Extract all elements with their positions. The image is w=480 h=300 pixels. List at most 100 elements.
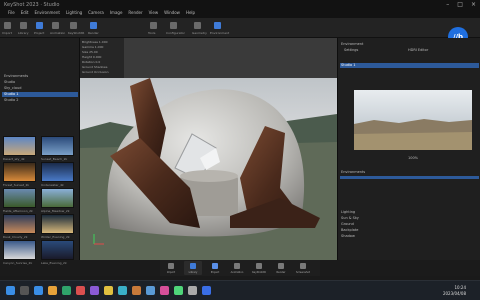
os-taskbar: 10:24 2023/04/08 [0, 280, 480, 300]
toolbar-label-render: Render [88, 31, 99, 35]
window-controls: – □ × [446, 1, 476, 8]
start-menu-icon[interactable] [6, 286, 15, 295]
taskbar-app-icon[interactable] [34, 286, 43, 295]
taskbar-app-icon[interactable] [188, 286, 197, 295]
thumbnail-label: Underwater_4k [41, 183, 64, 187]
title-bar: KeyShot 2023 · Studio File Edit Environm… [0, 0, 480, 18]
taskbar-app-icon[interactable] [62, 286, 71, 295]
setting-ground[interactable]: Ground [341, 222, 354, 226]
prop-ground-occlusion[interactable]: Ground Occlusion [82, 70, 109, 74]
keyshotxr-button[interactable]: KeyShotXR [250, 261, 268, 275]
tree-item-sky-cloud[interactable]: Sky_cloud [2, 86, 78, 91]
environment-panel: Environment Settings HDRI Editor Studio … [337, 38, 480, 260]
taskbar-app-icon[interactable] [146, 286, 155, 295]
search-icon[interactable] [20, 286, 29, 295]
clock-date: 2023/04/08 [442, 291, 466, 296]
prop-ground-shadows[interactable]: Ground Shadows [82, 65, 107, 69]
thumbnail[interactable] [41, 136, 74, 156]
setting-lighting[interactable]: Lighting [341, 210, 355, 214]
library-button-label: Library [188, 271, 198, 274]
render-icon[interactable] [90, 22, 97, 29]
import-button[interactable]: Import [162, 261, 180, 275]
thumbnail[interactable] [3, 136, 36, 156]
taskbar-app-icon[interactable] [160, 286, 169, 295]
tools-icon[interactable] [150, 22, 157, 29]
properties-overlay: Brightness 1.000 Gamma 1.000 Size 25.00 … [80, 38, 124, 78]
prop-size: Size 25.00 [82, 50, 98, 54]
import-icon[interactable] [4, 22, 11, 29]
animation-button-label: Animation [230, 271, 244, 274]
render-icon [278, 263, 284, 269]
close-button[interactable]: × [471, 1, 476, 8]
menu-item-edit[interactable]: Edit [21, 10, 29, 15]
tree-item-environments[interactable]: Environments [2, 74, 78, 79]
library-icon [190, 263, 196, 269]
render-button[interactable]: Render [272, 261, 290, 275]
screenshot-button[interactable]: Screenshot [294, 261, 312, 275]
thumbnail-label: Forest_Sunset_2k [3, 183, 30, 187]
taskbar-app-icon[interactable] [202, 286, 211, 295]
menu-item-view[interactable]: View [149, 10, 159, 15]
thumbnail-label: Lake_Evening_2k [41, 261, 67, 265]
render-button-label: Render [276, 271, 286, 274]
selected-environment-row[interactable] [340, 63, 479, 68]
keyshotxr-button-label: KeyShotXR [252, 271, 266, 274]
toolbar-label-library: Library [18, 31, 29, 35]
project-icon[interactable] [36, 22, 43, 29]
menu-item-image[interactable]: Image [110, 10, 123, 15]
keyshotxr-icon[interactable] [70, 22, 77, 29]
setting-sun-sky[interactable]: Sun & Sky [341, 216, 359, 220]
taskbar-app-icon[interactable] [104, 286, 113, 295]
animation-icon[interactable] [52, 22, 59, 29]
animation-button[interactable]: Animation [228, 261, 246, 275]
menu-item-help[interactable]: Help [186, 10, 195, 15]
taskbar-app-icon[interactable] [132, 286, 141, 295]
tab-hdri-editor[interactable]: HDRI Editor [408, 48, 428, 52]
thumbnail[interactable] [41, 188, 74, 208]
thumbnail[interactable] [41, 214, 74, 234]
menu-item-file[interactable]: File [8, 10, 15, 15]
project-button[interactable]: Project [206, 261, 224, 275]
tree-item-studio-2[interactable]: Studio 2 [2, 98, 78, 103]
thumbnail-label: Desert_sky_4k [3, 157, 25, 161]
main-toolbar: Import Library Project Animation KeyShot… [0, 18, 480, 38]
library-button[interactable]: Library [184, 261, 202, 275]
thumbnail[interactable] [41, 162, 74, 182]
project-button-label: Project [210, 271, 220, 274]
panel-header: Environment [341, 42, 364, 46]
taskbar-app-icon[interactable] [174, 286, 183, 295]
maximize-button[interactable]: □ [457, 1, 463, 8]
taskbar-app-icon[interactable] [118, 286, 127, 295]
environment-icon[interactable] [214, 22, 221, 29]
menu-item-environment[interactable]: Environment [34, 10, 60, 15]
taskbar-app-icon[interactable] [76, 286, 85, 295]
thumbnail[interactable] [3, 214, 36, 234]
minimize-button[interactable]: – [446, 1, 449, 8]
menu-item-render[interactable]: Render [128, 10, 142, 15]
animation-icon [234, 263, 240, 269]
menu-item-window[interactable]: Window [164, 10, 180, 15]
setting-backplate[interactable]: Backplate [341, 228, 358, 232]
toolbar-label-animation: Animation [50, 31, 66, 35]
toolbar-label-environment: Environment [210, 31, 230, 35]
prop-height: Height 0.000 [82, 55, 102, 59]
thumbnail[interactable] [3, 162, 36, 182]
menu-item-camera[interactable]: Camera [88, 10, 104, 15]
taskbar-app-icon[interactable] [90, 286, 99, 295]
taskbar-app-icon[interactable] [48, 286, 57, 295]
menu-item-lighting[interactable]: Lighting [66, 10, 82, 15]
library-icon[interactable] [20, 22, 27, 29]
tree-item-studio[interactable]: Studio [2, 80, 78, 85]
tab-settings[interactable]: Settings [344, 48, 358, 52]
setting-shadow[interactable]: Shadow [341, 234, 355, 238]
window-title: KeyShot 2023 · Studio [4, 2, 60, 8]
tree-item-studio-1[interactable]: Studio 1 [2, 92, 78, 97]
toolbar-label-project: Project [34, 31, 45, 35]
thumbnail[interactable] [3, 188, 36, 208]
configurator-icon[interactable] [170, 22, 177, 29]
system-clock[interactable]: 10:24 2023/04/08 [443, 285, 466, 297]
thumbnail[interactable] [41, 240, 74, 260]
thumbnail[interactable] [3, 240, 36, 260]
toolbar-label-keyshotxr: KeyShotXR [68, 31, 85, 35]
geometry-icon[interactable] [194, 22, 201, 29]
